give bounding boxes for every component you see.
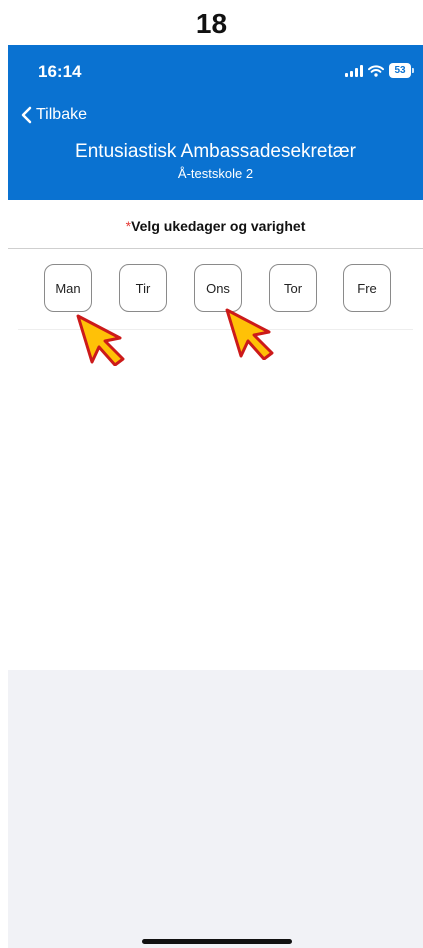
section-label: Velg ukedager og varighet: [131, 218, 306, 234]
pointer-cursor-icon: [76, 314, 125, 366]
battery-icon: 53: [389, 63, 414, 78]
battery-level: 53: [394, 65, 406, 76]
day-button-man[interactable]: Man: [44, 264, 92, 312]
status-time: 16:14: [38, 62, 82, 81]
day-button-tir[interactable]: Tir: [119, 264, 167, 312]
cellular-signal-icon: [345, 64, 363, 77]
home-indicator: [142, 939, 292, 944]
divider: [8, 248, 423, 249]
page-title: Entusiastisk Ambassadesekretær: [75, 141, 356, 162]
pointer-cursor-icon: [225, 308, 274, 360]
back-label: Tilbake: [36, 106, 87, 123]
day-button-fre[interactable]: Fre: [343, 264, 391, 312]
day-button-ons[interactable]: Ons: [194, 264, 242, 312]
app-header: 16:14 53 Tilbake Entusiastisk Ambassades…: [8, 45, 423, 200]
phone-screen: 16:14 53 Tilbake Entusiastisk Ambassades…: [8, 45, 423, 948]
section-heading: *Velg ukedager og varighet: [8, 218, 423, 234]
day-button-tor[interactable]: Tor: [269, 264, 317, 312]
wifi-icon: [368, 64, 384, 77]
status-icons: 53: [345, 63, 414, 78]
empty-footer-area: [8, 670, 423, 948]
chevron-left-icon: [21, 106, 32, 124]
back-button[interactable]: Tilbake: [20, 106, 87, 124]
page-number: 18: [195, 8, 228, 39]
page-subtitle: Å-testskole 2: [177, 166, 254, 181]
